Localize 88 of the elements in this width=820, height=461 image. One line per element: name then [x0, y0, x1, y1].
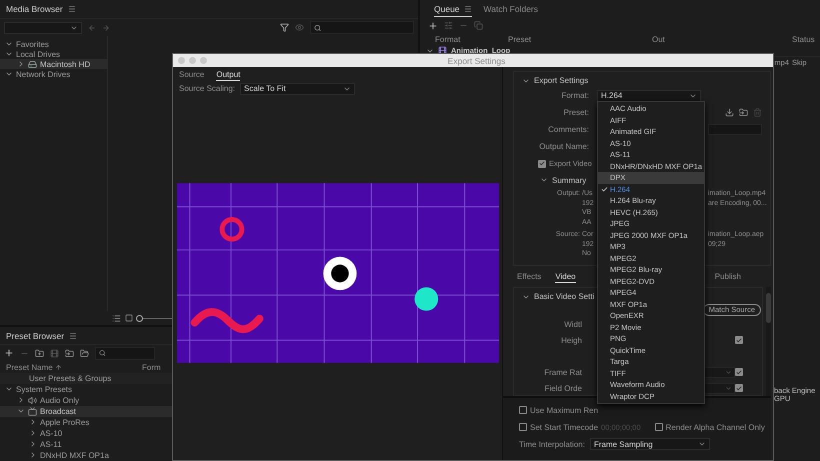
field-label: Heigh: [560, 336, 583, 344]
checkbox-label: Render Alpha Channel Only: [666, 422, 765, 432]
chevron-icon[interactable]: [29, 451, 37, 460]
tree-item[interactable]: System Presets: [0, 384, 418, 395]
thumbnail-view-icon[interactable]: [125, 314, 133, 322]
section-title: Basic Video Setti: [534, 292, 594, 301]
field-label: Source Scaling:: [179, 84, 236, 93]
check-icon: [601, 186, 608, 193]
column-header: Format: [435, 35, 462, 44]
column-header: Preset: [508, 35, 532, 44]
folder-icon[interactable]: [35, 348, 44, 358]
chevron-icon: [698, 440, 706, 448]
checkbox-label: Set Start Timecode: [530, 422, 598, 432]
interpolation-select[interactable]: Frame Sampling: [590, 438, 710, 450]
add-icon[interactable]: [428, 20, 438, 30]
checkbox[interactable]: [519, 423, 527, 431]
tree-item[interactable]: Apple ProRes: [0, 416, 418, 428]
column-header: Status: [792, 35, 816, 44]
column-header: Preset Name: [6, 362, 53, 372]
tree-item[interactable]: AS-10: [0, 428, 418, 439]
speaker-icon: [28, 396, 37, 405]
column-header: Out: [652, 35, 666, 44]
checkbox[interactable]: [735, 384, 743, 392]
chevron-icon[interactable]: [29, 440, 37, 448]
download-icon[interactable]: [725, 108, 734, 117]
tab[interactable]: Source: [179, 70, 204, 81]
tree-item[interactable]: DNxHD MXF OP1a: [0, 450, 418, 461]
panel-title: Media Browser: [6, 4, 63, 14]
tree-item[interactable]: Network Drives: [0, 69, 107, 79]
list-view-icon[interactable]: [112, 314, 121, 322]
checkbox-label: Use Maximum Ren: [530, 406, 598, 414]
filter-icon[interactable]: [280, 23, 289, 32]
chevron-icon[interactable]: [29, 429, 37, 438]
menu-icon[interactable]: [68, 5, 76, 13]
drive-icon: [28, 60, 37, 68]
section-title: Export Settings: [534, 76, 588, 85]
panel-tab[interactable]: Queue: [434, 4, 472, 17]
tab[interactable]: Publish: [714, 272, 741, 283]
sort-arrow-icon[interactable]: [54, 364, 62, 371]
tree-item[interactable]: Audio Only: [0, 394, 418, 406]
chevron-icon[interactable]: [17, 396, 25, 404]
field-label: Field Orde: [544, 384, 583, 392]
chevron-icon: [725, 384, 732, 392]
checkbox[interactable]: [538, 160, 546, 168]
chevron-icon[interactable]: [29, 418, 37, 426]
search-icon: [99, 349, 106, 358]
menu-icon[interactable]: [464, 5, 472, 13]
menu-icon[interactable]: [69, 332, 78, 340]
scaling-select[interactable]: Scale To Fit: [240, 82, 356, 94]
folder-icon[interactable]: [80, 348, 89, 358]
panel-tab[interactable]: Watch Folders: [484, 4, 538, 17]
field-label: Output Name:: [538, 142, 590, 151]
search-field[interactable]: [95, 346, 155, 360]
add-icon[interactable]: [4, 348, 14, 358]
checkbox[interactable]: [519, 406, 527, 414]
section-title: Summary: [552, 176, 586, 184]
search-icon: [314, 24, 322, 32]
import-icon[interactable]: [65, 348, 74, 358]
tab[interactable]: Video: [555, 272, 576, 283]
column-header: Form: [142, 362, 161, 372]
field-label: Frame Rat: [543, 368, 583, 376]
tree-item[interactable]: AS-11: [0, 438, 418, 450]
checkbox[interactable]: [735, 368, 743, 376]
window-title: Export Settings: [446, 56, 506, 66]
field-label: Comments:: [547, 125, 590, 134]
import-icon[interactable]: [739, 108, 748, 117]
panel-title: Preset Browser: [6, 330, 64, 341]
field-label: Preset:: [562, 108, 590, 117]
field-label: Widtl: [563, 320, 583, 328]
chevron-icon[interactable]: [540, 176, 548, 184]
chevron-icon[interactable]: [5, 70, 13, 78]
chevron-icon[interactable]: [5, 50, 13, 58]
scrollbar-thumb[interactable]: [766, 292, 771, 322]
tab[interactable]: Output: [216, 70, 240, 81]
checkbox[interactable]: [735, 336, 743, 344]
tab[interactable]: Effects: [517, 272, 542, 283]
chevron-icon[interactable]: [5, 40, 13, 48]
tree-item[interactable]: Favorites: [0, 39, 107, 49]
format-select[interactable]: H.264: [597, 90, 701, 102]
checkbox[interactable]: [654, 423, 663, 431]
chevron-icon: [725, 368, 732, 376]
slider-thumb[interactable]: [136, 314, 143, 322]
search-field[interactable]: [310, 21, 414, 34]
tree-item[interactable]: Local Drives: [0, 49, 107, 59]
tree-item[interactable]: Macintosh HD: [0, 59, 107, 69]
field-label: Time Interpolation:: [519, 440, 585, 448]
field-label: Format:: [560, 91, 590, 100]
monitor-icon: [28, 406, 37, 416]
